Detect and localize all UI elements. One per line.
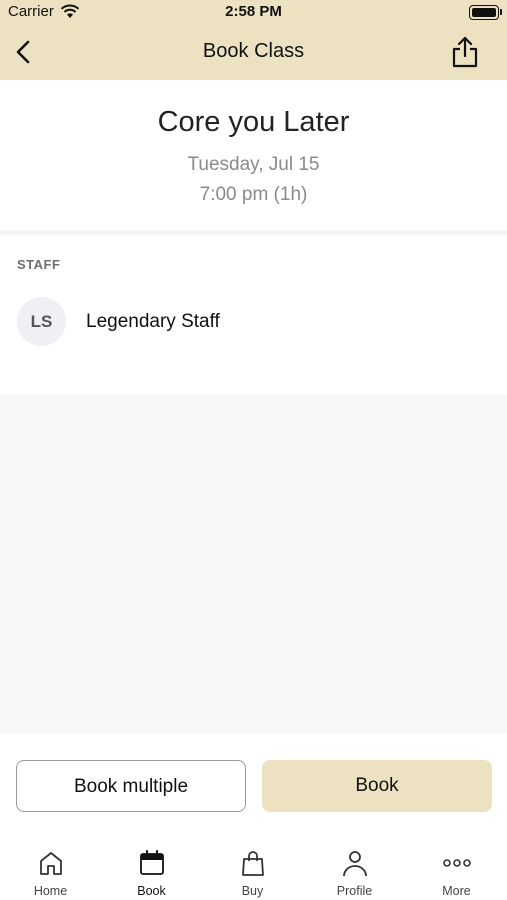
home-icon	[40, 852, 62, 875]
battery-icon	[469, 5, 502, 20]
person-icon	[343, 851, 367, 877]
book-button[interactable]: Book	[262, 760, 492, 812]
status-bar: Carrier 2:58 PM	[0, 0, 507, 26]
staff-name: Legendary Staff	[86, 311, 220, 332]
tab-home-label: Home	[33, 884, 68, 898]
tab-profile[interactable]: Profile	[304, 833, 405, 900]
calendar-icon	[140, 850, 164, 875]
status-time: 2:58 PM	[225, 3, 282, 20]
header-background: Carrier 2:58 PM Book Class	[0, 0, 507, 80]
page-title: Book Class	[202, 40, 305, 62]
class-header: Core you Later Tuesday, Jul 15 7:00 pm (…	[0, 80, 507, 230]
shopping-bag-icon	[242, 851, 264, 876]
avatar: LS	[17, 297, 66, 346]
tab-profile-label: Profile	[336, 884, 373, 898]
empty-content-area	[0, 395, 507, 733]
more-dots-icon	[443, 859, 471, 867]
tab-buy-label: Buy	[241, 884, 264, 898]
tab-bar: Home Book Buy Profile More	[0, 833, 507, 900]
tab-buy[interactable]: Buy	[202, 833, 303, 900]
staff-row[interactable]: LS Legendary Staff	[17, 297, 497, 347]
navigation-bar: Book Class	[0, 26, 507, 80]
tab-more-label: More	[442, 884, 471, 898]
tab-book[interactable]: Book	[101, 833, 202, 900]
share-icon[interactable]	[451, 36, 479, 68]
staff-section: STAFF LS Legendary Staff	[0, 235, 507, 395]
action-bar: Book multiple Book	[0, 733, 507, 833]
book-multiple-button[interactable]: Book multiple	[16, 760, 246, 812]
staff-heading: STAFF	[17, 257, 61, 272]
tab-more[interactable]: More	[406, 833, 507, 900]
tab-home[interactable]: Home	[0, 833, 101, 900]
class-title: Core you Later	[157, 106, 350, 138]
class-date: Tuesday, Jul 15	[187, 154, 320, 175]
tab-book-label: Book	[137, 884, 166, 898]
class-time: 7:00 pm (1h)	[199, 184, 308, 205]
